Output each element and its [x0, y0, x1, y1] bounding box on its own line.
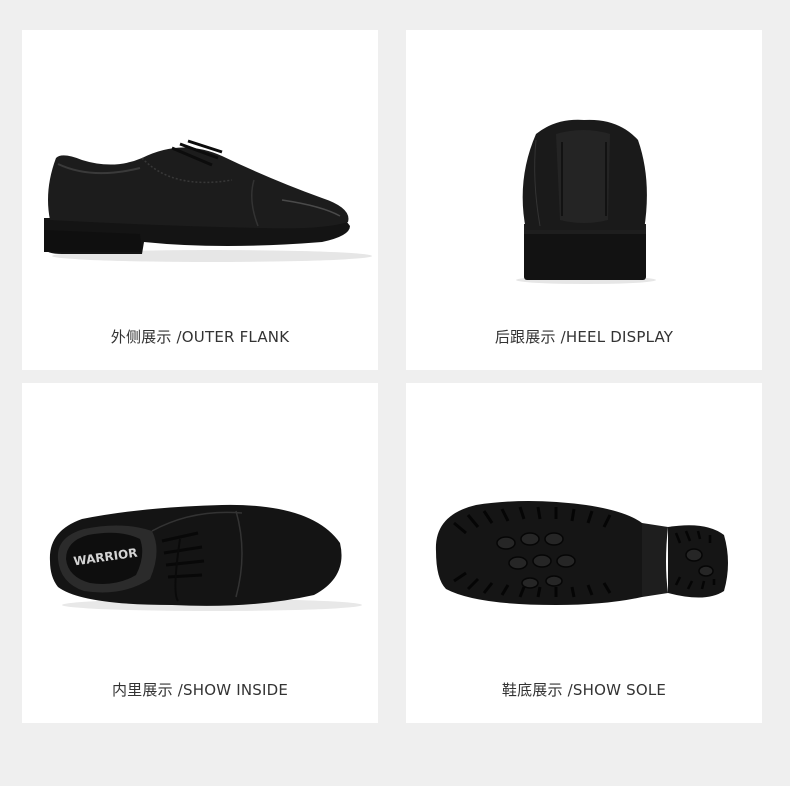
- panel-show-sole: 鞋底展示 /SHOW SOLE: [406, 383, 762, 723]
- shoe-heel-view-image: [516, 119, 656, 284]
- caption-show-sole: 鞋底展示 /SHOW SOLE: [501, 681, 667, 699]
- caption-show-inside: 内里展示 /SHOW INSIDE: [111, 681, 289, 699]
- shoe-side-view-image: [44, 139, 372, 262]
- shoe-sole-image: [435, 501, 728, 605]
- panel-show-inside: WARRIOR 内里展示 /SHOW INSIDE: [22, 383, 378, 723]
- caption-outer-flank: 外侧展示 /OUTER FLANK: [110, 328, 290, 346]
- panel-outer-flank: 外侧展示 /OUTER FLANK: [22, 30, 378, 370]
- caption-heel-display: 后跟展示 /HEEL DISPLAY: [494, 328, 674, 346]
- shoe-top-inside-image: WARRIOR: [49, 504, 362, 611]
- panel-heel-display: 后跟展示 /HEEL DISPLAY: [406, 30, 762, 370]
